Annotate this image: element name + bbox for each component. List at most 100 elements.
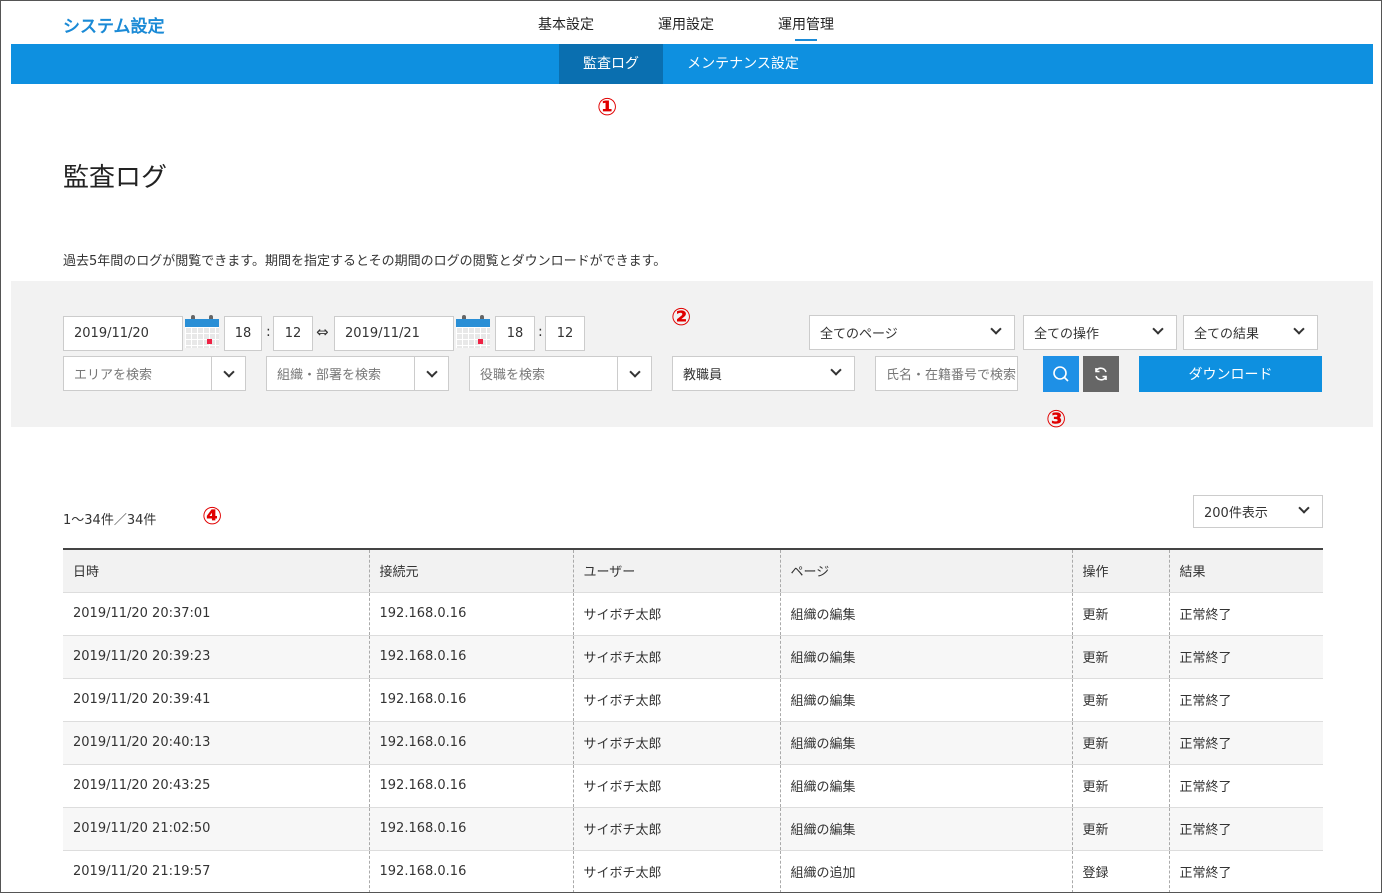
name-search-input[interactable]: 氏名・在籍番号で検索 xyxy=(875,356,1018,391)
position-search-select[interactable]: 役職を検索 xyxy=(469,356,652,391)
filter-panel: 2019/11/20 18 : 12 ⇔ 2019/11/21 18 : 12 … xyxy=(11,281,1373,427)
column-header-source[interactable]: 接続元 xyxy=(368,548,573,593)
cell-result: 正常終了 xyxy=(1168,678,1323,722)
area-search-placeholder: エリアを検索 xyxy=(74,368,153,383)
table-row[interactable]: 2019/11/20 20:43:25 192.168.0.16 サイボチ太郎 … xyxy=(63,764,1323,808)
annotation-marker-4: ④ xyxy=(202,502,223,530)
cell-user: サイボチ太郎 xyxy=(572,678,780,722)
cell-datetime: 2019/11/20 20:39:23 xyxy=(63,635,369,679)
start-date-input[interactable]: 2019/11/20 xyxy=(63,316,183,351)
column-header-result[interactable]: 結果 xyxy=(1168,548,1323,593)
nav-item-operation-settings[interactable]: 運用設定 xyxy=(658,14,714,38)
result-count: 1〜34件／34件 xyxy=(63,513,157,528)
chevron-down-icon[interactable] xyxy=(617,357,651,390)
top-nav: 基本設定 運用設定 運用管理 xyxy=(538,14,898,41)
cell-datetime: 2019/11/20 20:40:13 xyxy=(63,721,369,765)
cell-datetime: 2019/11/20 20:43:25 xyxy=(63,764,369,808)
annotation-marker-1: ① xyxy=(597,93,618,121)
chevron-down-icon xyxy=(1298,502,1310,514)
cell-operation: 更新 xyxy=(1071,678,1169,722)
chevron-down-icon xyxy=(830,364,842,376)
annotation-marker-3: ③ xyxy=(1046,405,1067,433)
per-page-select[interactable]: 200件表示 xyxy=(1193,495,1323,528)
area-search-select[interactable]: エリアを検索 xyxy=(63,356,246,391)
table-row[interactable]: 2019/11/20 20:39:23 192.168.0.16 サイボチ太郎 … xyxy=(63,635,1323,679)
table-row[interactable]: 2019/11/20 21:02:50 192.168.0.16 サイボチ太郎 … xyxy=(63,807,1323,851)
calendar-icon[interactable] xyxy=(185,315,219,348)
cell-datetime: 2019/11/20 20:37:01 xyxy=(63,592,369,636)
table-header-row: 日時 接続元 ユーザー ページ 操作 結果 xyxy=(63,548,1323,593)
cell-result: 正常終了 xyxy=(1168,850,1323,892)
table-row[interactable]: 2019/11/20 20:37:01 192.168.0.16 サイボチ太郎 … xyxy=(63,592,1323,636)
top-bar: システム設定 基本設定 運用設定 運用管理 xyxy=(11,1,1373,44)
cell-datetime: 2019/11/20 20:39:41 xyxy=(63,678,369,722)
reset-button[interactable] xyxy=(1083,356,1119,392)
role-select[interactable]: 教職員 xyxy=(672,356,855,391)
tab-audit-log[interactable]: 監査ログ xyxy=(559,44,663,84)
end-minute-input[interactable]: 12 xyxy=(545,316,585,351)
app-logo[interactable]: システム設定 xyxy=(63,12,165,37)
page-select[interactable]: 全てのページ xyxy=(809,315,1015,350)
cell-source: 192.168.0.16 xyxy=(368,592,573,636)
nav-item-operation-management[interactable]: 運用管理 xyxy=(778,14,834,41)
refresh-icon xyxy=(1095,367,1107,381)
column-header-datetime[interactable]: 日時 xyxy=(63,548,369,593)
audit-log-table: 日時 接続元 ユーザー ページ 操作 結果 2019/11/20 20:37:0… xyxy=(63,548,1323,892)
per-page-value: 200件表示 xyxy=(1204,506,1268,521)
end-date-input[interactable]: 2019/11/21 xyxy=(334,316,454,351)
cell-page: 組織の追加 xyxy=(779,850,1072,892)
operation-select[interactable]: 全ての操作 xyxy=(1023,315,1177,350)
role-select-value: 教職員 xyxy=(683,368,723,383)
annotation-marker-2: ② xyxy=(671,303,692,331)
result-select[interactable]: 全ての結果 xyxy=(1183,315,1318,350)
nav-item-basic-settings[interactable]: 基本設定 xyxy=(538,14,594,38)
column-header-page[interactable]: ページ xyxy=(779,548,1072,593)
position-search-placeholder: 役職を検索 xyxy=(480,368,546,383)
chevron-down-icon xyxy=(990,323,1002,335)
cell-source: 192.168.0.16 xyxy=(368,764,573,808)
download-button[interactable]: ダウンロード xyxy=(1139,356,1322,392)
column-header-operation[interactable]: 操作 xyxy=(1071,548,1169,593)
cell-user: サイボチ太郎 xyxy=(572,764,780,808)
page-select-value: 全てのページ xyxy=(820,327,898,342)
organization-search-select[interactable]: 組織・部署を検索 xyxy=(266,356,449,391)
cell-page: 組織の編集 xyxy=(779,807,1072,851)
cell-user: サイボチ太郎 xyxy=(572,850,780,892)
cell-user: サイボチ太郎 xyxy=(572,592,780,636)
cell-result: 正常終了 xyxy=(1168,764,1323,808)
time-separator: : xyxy=(538,324,543,340)
cell-datetime: 2019/11/20 21:19:57 xyxy=(63,850,369,892)
cell-source: 192.168.0.16 xyxy=(368,807,573,851)
column-header-user[interactable]: ユーザー xyxy=(572,548,780,593)
start-hour-input[interactable]: 18 xyxy=(224,316,262,351)
cell-page: 組織の編集 xyxy=(779,721,1072,765)
search-icon xyxy=(1053,366,1069,382)
cell-user: サイボチ太郎 xyxy=(572,721,780,765)
calendar-icon[interactable] xyxy=(456,315,490,348)
chevron-down-icon[interactable] xyxy=(414,357,448,390)
app-window: システム設定 基本設定 運用設定 運用管理 監査ログ メンテナンス設定 ① 監査… xyxy=(0,0,1382,893)
cell-page: 組織の編集 xyxy=(779,592,1072,636)
result-select-value: 全ての結果 xyxy=(1194,327,1260,342)
sub-nav-bar: 監査ログ メンテナンス設定 xyxy=(11,44,1373,84)
cell-result: 正常終了 xyxy=(1168,721,1323,765)
name-search-placeholder: 氏名・在籍番号で検索 xyxy=(886,368,1017,383)
cell-operation: 更新 xyxy=(1071,635,1169,679)
cell-source: 192.168.0.16 xyxy=(368,850,573,892)
cell-operation: 更新 xyxy=(1071,807,1169,851)
end-hour-input[interactable]: 18 xyxy=(495,316,535,351)
page-description: 過去5年間のログが閲覧できます。期間を指定するとその期間のログの閲覧とダウンロー… xyxy=(63,254,667,269)
cell-datetime: 2019/11/20 21:02:50 xyxy=(63,807,369,851)
cell-user: サイボチ太郎 xyxy=(572,807,780,851)
table-row[interactable]: 2019/11/20 20:39:41 192.168.0.16 サイボチ太郎 … xyxy=(63,678,1323,722)
organization-search-placeholder: 組織・部署を検索 xyxy=(277,368,382,383)
chevron-down-icon[interactable] xyxy=(211,357,245,390)
table-row[interactable]: 2019/11/20 20:40:13 192.168.0.16 サイボチ太郎 … xyxy=(63,721,1323,765)
start-minute-input[interactable]: 12 xyxy=(273,316,313,351)
operation-select-value: 全ての操作 xyxy=(1034,327,1100,342)
cell-result: 正常終了 xyxy=(1168,807,1323,851)
tab-maintenance-settings[interactable]: メンテナンス設定 xyxy=(673,44,813,84)
table-row[interactable]: 2019/11/20 21:19:57 192.168.0.16 サイボチ太郎 … xyxy=(63,850,1323,892)
cell-page: 組織の編集 xyxy=(779,635,1072,679)
search-button[interactable] xyxy=(1043,356,1079,392)
